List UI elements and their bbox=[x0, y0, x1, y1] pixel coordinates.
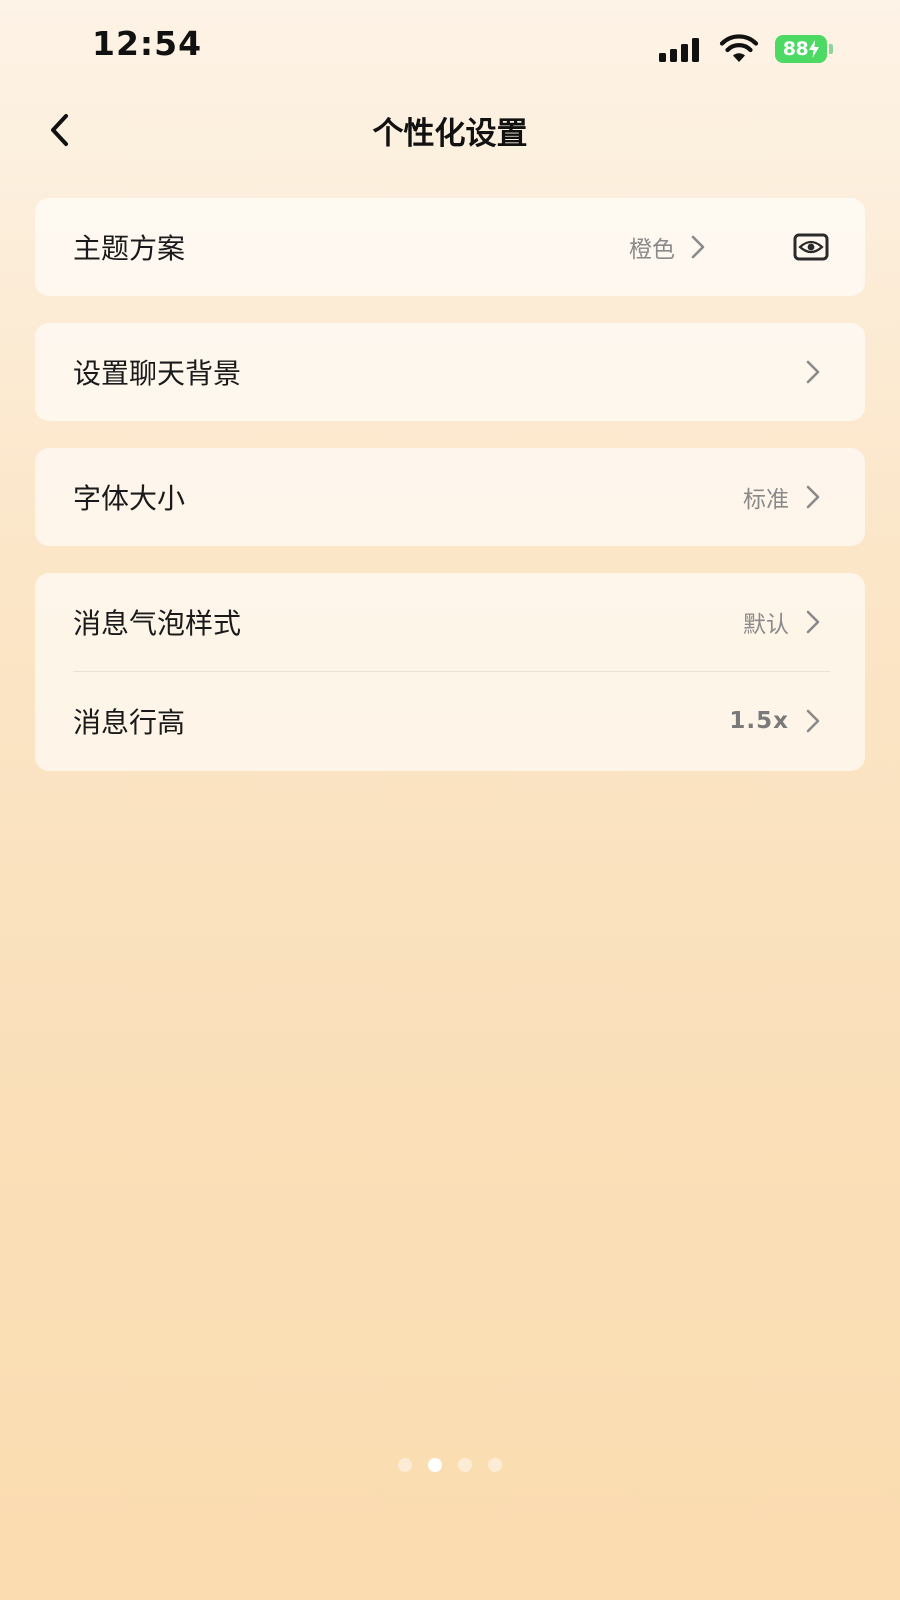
battery-indicator: 88 bbox=[775, 35, 833, 63]
message-style-card: 消息气泡样式 默认 消息行高 1.5x bbox=[35, 573, 865, 771]
page-dot-active[interactable] bbox=[428, 1458, 442, 1472]
font-size-card: 字体大小 标准 bbox=[35, 448, 865, 546]
wifi-icon bbox=[719, 34, 759, 62]
theme-card: 主题方案 橙色 bbox=[35, 198, 865, 296]
charging-bolt-icon bbox=[809, 40, 820, 58]
theme-label: 主题方案 bbox=[73, 232, 186, 265]
chevron-right-icon bbox=[806, 709, 820, 733]
chevron-right-icon bbox=[806, 360, 820, 384]
chat-background-card: 设置聊天背景 bbox=[35, 323, 865, 421]
battery-tip bbox=[829, 44, 833, 54]
page-dot[interactable] bbox=[488, 1458, 502, 1472]
font-size-label: 字体大小 bbox=[73, 482, 186, 515]
chat-background-row[interactable]: 设置聊天背景 bbox=[35, 323, 865, 421]
theme-value: 橙色 bbox=[629, 237, 675, 263]
bubble-style-row[interactable]: 消息气泡样式 默认 bbox=[35, 573, 865, 671]
status-bar: 12:54 88 bbox=[0, 0, 900, 100]
bubble-style-label: 消息气泡样式 bbox=[73, 607, 242, 640]
eye-icon[interactable] bbox=[793, 232, 829, 262]
line-height-value: 1.5x bbox=[729, 708, 789, 734]
line-height-label: 消息行高 bbox=[73, 706, 186, 739]
font-size-value: 标准 bbox=[743, 487, 789, 513]
line-height-row[interactable]: 消息行高 1.5x bbox=[35, 671, 865, 771]
page-dot[interactable] bbox=[398, 1458, 412, 1472]
page-dot[interactable] bbox=[458, 1458, 472, 1472]
chevron-right-icon bbox=[806, 485, 820, 509]
status-time: 12:54 bbox=[92, 24, 203, 63]
cellular-signal-icon bbox=[659, 38, 703, 62]
font-size-row[interactable]: 字体大小 标准 bbox=[35, 448, 865, 546]
bubble-style-value: 默认 bbox=[743, 612, 789, 638]
page-indicator[interactable] bbox=[0, 1458, 900, 1478]
chevron-right-icon bbox=[806, 610, 820, 634]
theme-row[interactable]: 主题方案 橙色 bbox=[35, 198, 865, 296]
chevron-right-icon bbox=[691, 235, 705, 259]
battery-percentage: 88 bbox=[782, 38, 809, 60]
page-title: 个性化设置 bbox=[372, 116, 528, 152]
chat-background-label: 设置聊天背景 bbox=[73, 357, 242, 390]
battery-level: 88 bbox=[775, 35, 827, 63]
